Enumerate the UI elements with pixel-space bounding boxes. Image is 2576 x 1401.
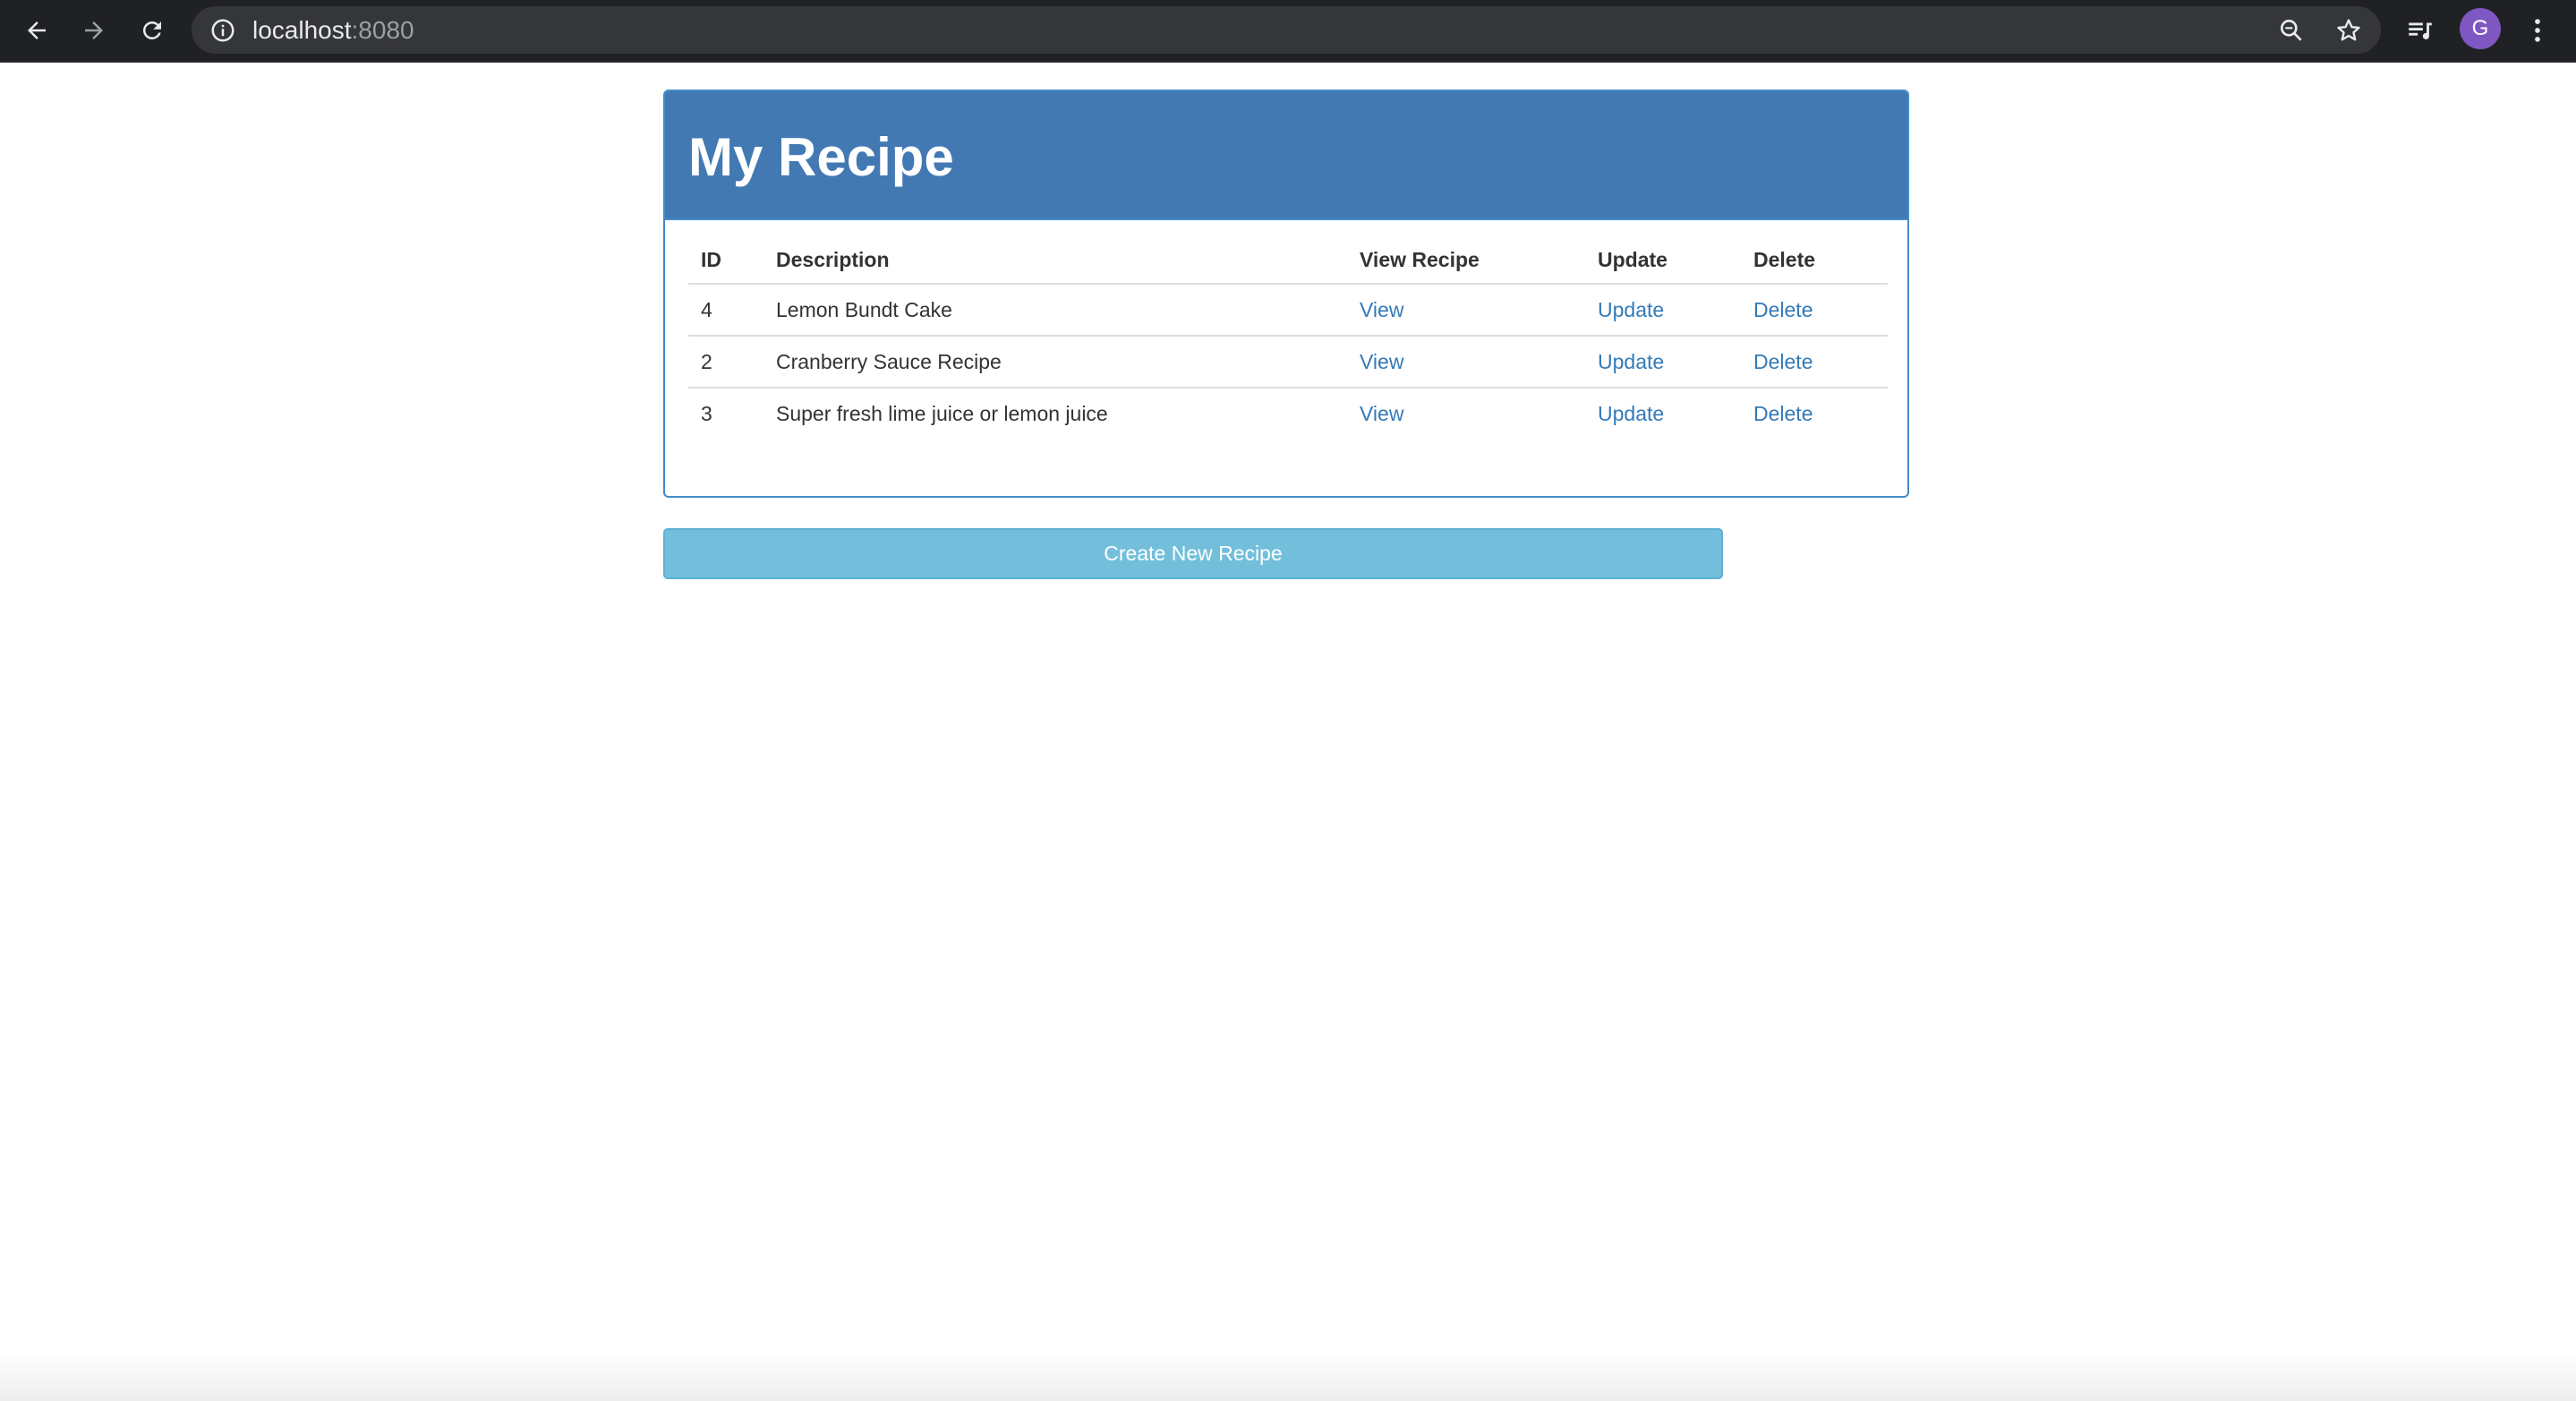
back-button[interactable] — [15, 9, 58, 52]
recipe-id: 4 — [688, 284, 763, 337]
column-header-update: Update — [1585, 236, 1741, 285]
reload-icon — [142, 21, 161, 39]
column-header-view-recipe: View Recipe — [1347, 236, 1585, 285]
page-title: My Recipe — [688, 127, 954, 187]
delete-link[interactable]: Delete — [1753, 402, 1813, 425]
recipe-description: Super fresh lime juice or lemon juice — [776, 401, 1108, 425]
update-link[interactable]: Update — [1598, 402, 1664, 425]
view-link[interactable]: View — [1360, 298, 1403, 321]
view-link[interactable]: View — [1360, 402, 1403, 425]
url-host: localhost — [252, 16, 352, 44]
url-port: :8080 — [351, 16, 414, 44]
url-text: localhost:8080 — [252, 6, 414, 54]
delete-link[interactable]: Delete — [1753, 298, 1813, 321]
bottom-shadow — [0, 1352, 2576, 1401]
info-icon[interactable] — [209, 17, 236, 44]
recipe-panel: My Recipe ID Description View Recipe Upd… — [663, 90, 1909, 498]
panel-heading: My Recipe — [665, 91, 1907, 220]
recipe-id: 3 — [701, 401, 712, 425]
recipe-description: Cranberry Sauce Recipe — [763, 336, 1347, 389]
back-arrow-icon — [28, 21, 46, 39]
reload-button[interactable] — [131, 9, 174, 52]
zoom-icon[interactable] — [2277, 16, 2306, 45]
address-bar[interactable]: localhost:8080 — [192, 6, 2381, 54]
forward-arrow-icon — [85, 21, 103, 39]
update-link[interactable]: Update — [1598, 298, 1664, 321]
update-link[interactable]: Update — [1598, 350, 1664, 373]
create-new-recipe-button[interactable]: Create New Recipe — [663, 528, 1723, 579]
table-row: 2 Cranberry Sauce Recipe View Update Del… — [688, 336, 1888, 389]
recipe-id: 2 — [688, 336, 763, 389]
recipe-description: Lemon Bundt Cake — [763, 284, 1347, 337]
table-row: 4 Lemon Bundt Cake View Update Delete — [688, 284, 1888, 337]
table-header-row: ID Description View Recipe Update Delete — [688, 236, 1888, 285]
menu-button[interactable] — [2520, 13, 2555, 48]
star-icon[interactable] — [2334, 16, 2363, 45]
media-queue-button[interactable] — [2402, 13, 2438, 48]
forward-button[interactable] — [73, 9, 115, 52]
recipe-table: ID Description View Recipe Update Delete… — [688, 236, 1888, 439]
column-header-delete: Delete — [1741, 236, 1888, 285]
table-row: 3 Super fresh lime juice or lemon juice … — [688, 388, 1888, 439]
view-link[interactable]: View — [1360, 350, 1403, 373]
browser-toolbar: localhost:8080 G — [0, 0, 2576, 63]
avatar[interactable]: G — [2460, 8, 2501, 49]
kebab-menu-icon — [2535, 19, 2540, 42]
media-queue-icon — [2409, 22, 2432, 39]
column-header-description: Description — [763, 236, 1347, 285]
column-header-id: ID — [688, 236, 763, 285]
delete-link[interactable]: Delete — [1753, 350, 1813, 373]
